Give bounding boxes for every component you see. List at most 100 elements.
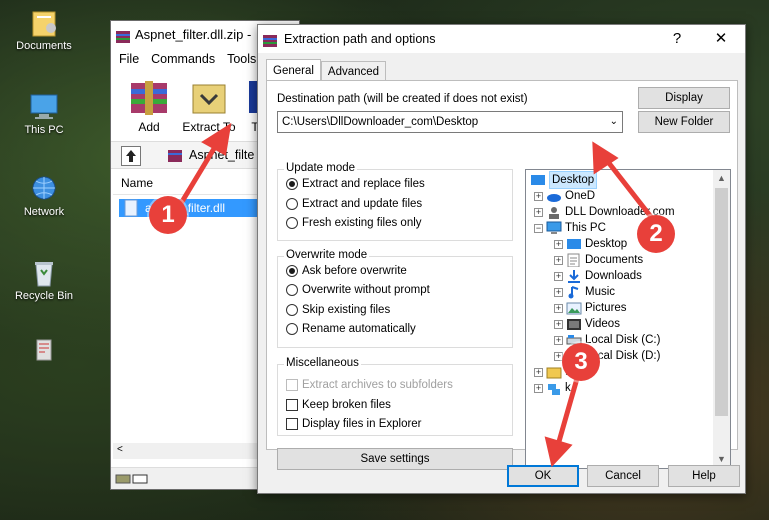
network-icon [548, 384, 560, 395]
radio-extract-update[interactable]: Extract and update files [286, 198, 422, 210]
general-panel: Destination path (will be created if doe… [266, 80, 738, 470]
up-arrow-icon [126, 150, 136, 162]
radio-indicator[interactable] [286, 217, 298, 229]
tab-advanced[interactable]: Advanced [320, 61, 387, 81]
radio-indicator[interactable] [286, 304, 298, 316]
update-mode-title: Update mode [284, 162, 358, 174]
scroll-thumb[interactable] [715, 188, 728, 416]
checkbox[interactable] [286, 379, 298, 391]
expand-icon[interactable]: + [554, 319, 563, 329]
radio-rename-auto[interactable]: Rename automatically [286, 323, 416, 335]
expand-icon[interactable]: + [534, 207, 543, 217]
expand-icon[interactable]: + [534, 367, 543, 377]
save-settings-button[interactable]: Save settings [277, 448, 513, 470]
address-archive-icon [167, 148, 183, 167]
check-keep-broken[interactable]: Keep broken files [286, 399, 391, 411]
display-button[interactable]: Display [638, 87, 730, 109]
annotation-step-3: 3 [562, 343, 600, 381]
destination-path-input[interactable]: C:\Users\DllDownloader_com\Desktop ⌄ [277, 111, 623, 133]
help-button[interactable]: Help [668, 465, 740, 487]
expand-icon[interactable]: + [554, 335, 563, 345]
winrar-icon [262, 31, 278, 47]
check-display-explorer[interactable]: Display files in Explorer [286, 418, 422, 430]
desktop-folder-icon [531, 175, 545, 185]
add-label: Add [138, 120, 160, 134]
collapse-icon[interactable]: − [534, 223, 543, 233]
desktop-icon-network[interactable]: Network [4, 174, 84, 218]
close-button[interactable]: ✕ [701, 25, 741, 53]
extract-to-label: Extract To [182, 120, 236, 134]
add-button[interactable]: Add [123, 77, 175, 134]
tab-general[interactable]: General [266, 59, 321, 81]
expand-icon[interactable]: + [534, 383, 543, 393]
menu-file[interactable]: File [119, 49, 139, 69]
radio-indicator[interactable] [286, 284, 298, 296]
desktop-icon-label: Network [23, 206, 65, 218]
radio-overwrite-without-prompt[interactable]: Overwrite without prompt [286, 284, 430, 296]
radio-extract-replace[interactable]: Extract and replace files [286, 178, 425, 190]
expand-icon[interactable]: + [554, 255, 563, 265]
desktop-icon-partial[interactable] [4, 336, 84, 368]
computer-icon [546, 221, 562, 234]
file-row-selected[interactable]: aspnet_filter.dll [119, 199, 259, 217]
radio-indicator[interactable] [286, 265, 298, 277]
tree-item-pc-desktop[interactable]: + Desktop [554, 236, 627, 252]
column-header-name[interactable]: Name [113, 171, 259, 195]
winrar-title: Aspnet_filter.dll.zip - [135, 27, 252, 42]
extract-to-icon [192, 84, 226, 114]
dialog-title: Extraction path and options [284, 32, 436, 46]
dll-file-icon [123, 199, 139, 220]
tree-item-pictures[interactable]: + Pictures [554, 300, 627, 316]
radio-skip-existing[interactable]: Skip existing files [286, 304, 390, 316]
tree-item-music[interactable]: + Music [554, 284, 615, 300]
ok-button[interactable]: OK [507, 465, 579, 487]
extract-to-button[interactable]: Extract To [179, 77, 239, 134]
dialog-titlebar[interactable]: Extraction path and options ? ✕ [258, 25, 745, 53]
tree-item-onedrive[interactable]: + OneD [534, 188, 595, 204]
download-icon [568, 270, 580, 283]
scroll-up-icon[interactable]: ▲ [713, 170, 730, 187]
desktop-icon-documents[interactable]: Documents [4, 8, 84, 52]
tree-vertical-scrollbar[interactable]: ▲ ▼ [713, 170, 730, 468]
dialog-tabs: General Advanced [266, 59, 387, 81]
radio-ask-before[interactable]: Ask before overwrite [286, 265, 407, 277]
overwrite-mode-group: Overwrite mode Ask before overwrite Over… [277, 249, 513, 348]
desktop-icon-label: Documents [16, 40, 72, 52]
up-folder-button[interactable] [121, 146, 141, 166]
expand-icon[interactable]: + [554, 271, 563, 281]
desktop-icon-recycle-bin[interactable]: Recycle Bin [4, 258, 84, 302]
menu-tools[interactable]: Tools [227, 49, 256, 69]
tree-item-this-pc[interactable]: − This PC [534, 220, 606, 236]
tree-item-videos[interactable]: + Videos [554, 316, 620, 332]
tree-item-downloads[interactable]: + Downloads [554, 268, 642, 284]
radio-indicator[interactable] [286, 198, 298, 210]
extraction-dialog: Extraction path and options ? ✕ General … [257, 24, 746, 494]
menu-commands[interactable]: Commands [151, 49, 215, 69]
update-mode-group: Update mode Extract and replace files Ex… [277, 162, 513, 241]
checkbox[interactable] [286, 399, 298, 411]
radio-indicator[interactable] [286, 323, 298, 335]
new-folder-button[interactable]: New Folder [638, 111, 730, 133]
horizontal-scrollbar[interactable]: < [113, 443, 259, 459]
radio-indicator[interactable] [286, 178, 298, 190]
radio-fresh-existing[interactable]: Fresh existing files only [286, 217, 422, 229]
tree-item-desktop-root[interactable]: Desktop [530, 171, 598, 189]
address-text[interactable]: Aspnet_filte [189, 148, 254, 162]
cancel-button[interactable]: Cancel [587, 465, 659, 487]
computer-icon [27, 92, 61, 122]
dropdown-chevron-icon[interactable]: ⌄ [610, 112, 618, 132]
overwrite-mode-title: Overwrite mode [284, 249, 370, 261]
annotation-step-1: 1 [149, 196, 187, 234]
expand-icon[interactable]: + [554, 303, 563, 313]
pictures-icon [566, 302, 582, 315]
help-title-button[interactable]: ? [657, 25, 697, 53]
expand-icon[interactable]: + [554, 239, 563, 249]
folder-tree[interactable]: Desktop + OneD + DLL Downloader.com − Th… [525, 169, 731, 469]
checkbox[interactable] [286, 418, 298, 430]
tree-item-network[interactable]: + k [534, 380, 571, 396]
check-extract-subfolders[interactable]: Extract archives to subfolders [286, 379, 453, 391]
tree-item-documents[interactable]: + Documents [554, 252, 643, 268]
desktop-icon-this-pc[interactable]: This PC [4, 92, 84, 136]
expand-icon[interactable]: + [554, 287, 563, 297]
expand-icon[interactable]: + [534, 191, 543, 201]
